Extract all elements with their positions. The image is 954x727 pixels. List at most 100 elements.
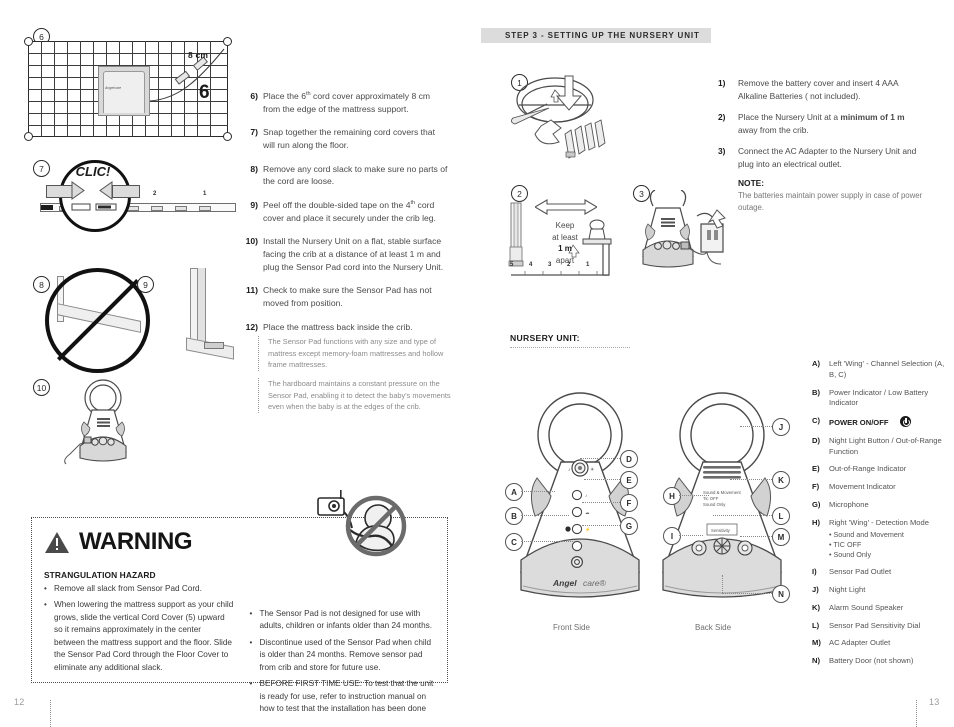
step-text: Remove the battery cover and insert 4 AA…: [738, 78, 899, 101]
step-number: 7): [250, 127, 258, 138]
callout-f: F: [620, 494, 638, 512]
callout-n: N: [772, 585, 790, 603]
callout-k: K: [772, 471, 790, 489]
list-item: 1) Remove the battery cover and insert 4 …: [718, 77, 923, 102]
svg-text:Sound Only: Sound Only: [703, 502, 726, 507]
floor-tick-2: 2: [567, 262, 571, 268]
callout-g: G: [620, 517, 638, 535]
legend-sub-item: • TIC OFF: [829, 539, 862, 549]
callout-b: B: [505, 507, 523, 525]
step-number: 9): [250, 199, 258, 210]
leader-g: [582, 525, 620, 526]
list-item: • Discontinue used of the Sensor Pad when…: [250, 637, 440, 674]
svg-text:♪: ♪: [585, 493, 587, 498]
leader-f: [582, 502, 620, 503]
warning-columns: STRANGULATION HAZARD • Remove all slack f…: [44, 570, 439, 720]
distance-line-3: 1 m: [558, 244, 572, 254]
figure-badge-10: 10: [33, 379, 50, 396]
svg-text:☁: ☁: [585, 510, 589, 515]
legend-value: Battery Door (not shown): [829, 656, 914, 666]
list-item: 12) Place the mattress back inside the cr…: [236, 321, 448, 334]
legend-row: M) AC Adapter Outlet: [812, 638, 947, 649]
list-item: • Remove all slack from Sensor Pad Cord.: [44, 583, 234, 595]
legend-key: B): [812, 387, 821, 397]
leader-h: [679, 495, 709, 496]
legend-value-text: Right 'Wing' - Detection Mode: [829, 517, 929, 527]
bullet-text: Discontinue used of the Sensor Pad when …: [259, 637, 432, 672]
callout-h: H: [663, 487, 681, 505]
list-item: 11) Check to make sure the Sensor Pad has…: [236, 284, 448, 310]
svg-text:Angel: Angel: [552, 578, 577, 588]
warning-heading: STRANGULATION HAZARD: [44, 570, 156, 580]
step-number: 6): [250, 91, 258, 101]
leader-j: [740, 426, 772, 427]
floor-tick-5: 5: [510, 262, 514, 268]
back-side-label: Back Side: [695, 623, 732, 632]
legend-sub-item: • Sound and Movement: [829, 529, 904, 539]
note-text: The batteries maintain power supply in c…: [738, 191, 923, 212]
legend-key: H): [812, 517, 821, 527]
step-text: Check to make sure the Sensor Pad has no…: [263, 285, 432, 309]
callout-d: D: [620, 450, 638, 468]
left-instruction-list: 6) Place the 6th cord cover approximately…: [236, 90, 448, 344]
battery-insert-figure: [505, 68, 625, 178]
bullet-text: The Sensor Pad is not designed for use w…: [259, 609, 433, 631]
leader-n: [722, 593, 772, 594]
legend-value: Night Light Button / Out-of-Range Functi…: [829, 435, 942, 456]
legend-key: K): [812, 602, 821, 612]
page-number-right: 13: [929, 697, 940, 707]
step-number: 3): [718, 146, 726, 157]
spine-rule-right: [916, 700, 917, 727]
legend-key: C): [812, 416, 821, 426]
distance-line-1: Keep: [555, 221, 575, 230]
warning-triangle-icon: [45, 531, 69, 553]
step-text: Peel off the double-sided tape on the 4t…: [263, 199, 436, 223]
distance-line-4: apart: [555, 255, 575, 265]
nursery-unit-section-title: NURSERY UNIT:: [510, 333, 580, 343]
double-arrow-icon: [535, 199, 597, 215]
callout-e: E: [620, 471, 638, 489]
rail-tick-1: 1: [203, 191, 207, 197]
leader-i: [679, 535, 703, 536]
manual-spread: 12 13 6 Angelcare 8 cm 6 7 2 1 CLIC! 8 9…: [0, 0, 954, 727]
list-item: 6) Place the 6th cord cover approximately…: [236, 90, 448, 116]
leader-k: [730, 479, 772, 480]
legend-key: A): [812, 359, 821, 368]
front-side-label: Front Side: [553, 623, 590, 632]
step-text: Place the 6th cord cover approximately 8…: [263, 91, 431, 114]
leader-c: [521, 541, 575, 542]
list-item: • The Sensor Pad is not designed for use …: [250, 608, 440, 633]
step-text: Place the mattress back inside the crib.: [263, 321, 413, 332]
callout-i: I: [663, 527, 681, 545]
leader-e: [584, 479, 620, 480]
bullet-dot: •: [249, 679, 253, 689]
svg-text:Sensitivity: Sensitivity: [711, 528, 731, 533]
list-item: 9) Peel off the double-sided tape on the …: [236, 199, 448, 225]
legend-value: POWER ON/OFF: [829, 416, 912, 429]
legend-value: Movement Indicator: [829, 482, 896, 492]
rail-tick-2: 2: [153, 191, 157, 197]
step-text: Place the Nursery Unit at a minimum of 1…: [738, 112, 905, 135]
step-text: Connect the AC Adapter to the Nursery Un…: [738, 146, 917, 170]
legend-value: Night Light: [829, 585, 866, 595]
legend-key: F): [812, 482, 820, 492]
legend-row: K) Alarm Sound Speaker: [812, 603, 947, 614]
dimension-label-8cm: 8 cm: [188, 50, 209, 60]
legend-key: E): [812, 464, 820, 474]
floor-tick-1: 1: [586, 262, 590, 268]
list-item: • BEFORE FIRST TIME USE: To test that the…: [250, 678, 440, 715]
step-3-header-bar: STEP 3 - SETTING UP THE NURSERY UNIT: [481, 28, 711, 43]
legend-value: Microphone: [829, 500, 869, 510]
leader-m: [740, 536, 772, 537]
figure-badge-9: 9: [137, 276, 154, 293]
bullet-dot: •: [249, 609, 253, 618]
callout-c: C: [505, 533, 523, 551]
warning-title: WARNING: [79, 528, 193, 555]
step-number: 2): [718, 112, 726, 123]
list-item: 8) Remove any cord slack to make sure no …: [236, 163, 448, 189]
right-instruction-list: 1) Remove the battery cover and insert 4 …: [718, 77, 923, 180]
warning-left-column: STRANGULATION HAZARD • Remove all slack f…: [44, 570, 234, 720]
legend-key: G): [812, 500, 821, 510]
distance-line-2: at least: [552, 232, 578, 242]
leader-d: [580, 458, 620, 459]
